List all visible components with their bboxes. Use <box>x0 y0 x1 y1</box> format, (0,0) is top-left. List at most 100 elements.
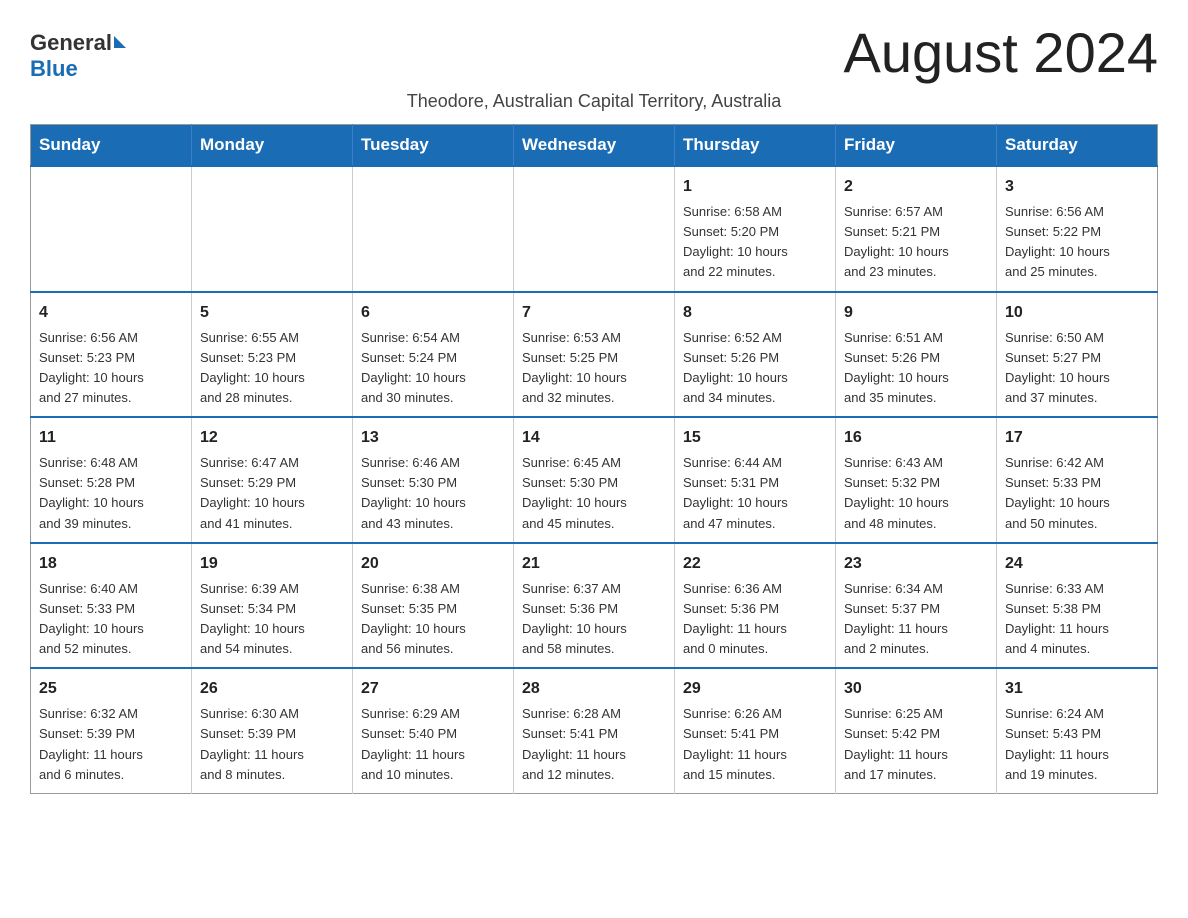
logo: General Blue <box>30 30 126 82</box>
day-info: Sunrise: 6:26 AMSunset: 5:41 PMDaylight:… <box>683 704 827 785</box>
day-info: Sunrise: 6:56 AMSunset: 5:23 PMDaylight:… <box>39 328 183 409</box>
logo-triangle-icon <box>114 36 126 48</box>
calendar-day-cell: 6 Sunrise: 6:54 AMSunset: 5:24 PMDaylight… <box>353 292 514 418</box>
day-number: 13 <box>361 426 505 450</box>
day-info: Sunrise: 6:55 AMSunset: 5:23 PMDaylight:… <box>200 328 344 409</box>
calendar-day-cell <box>31 166 192 292</box>
day-number: 16 <box>844 426 988 450</box>
day-info: Sunrise: 6:40 AMSunset: 5:33 PMDaylight:… <box>39 579 183 660</box>
day-info: Sunrise: 6:51 AMSunset: 5:26 PMDaylight:… <box>844 328 988 409</box>
day-number: 1 <box>683 175 827 199</box>
calendar-day-cell: 2 Sunrise: 6:57 AMSunset: 5:21 PMDaylight… <box>836 166 997 292</box>
day-number: 31 <box>1005 677 1149 701</box>
calendar-day-cell <box>353 166 514 292</box>
day-info: Sunrise: 6:54 AMSunset: 5:24 PMDaylight:… <box>361 328 505 409</box>
weekday-header: Friday <box>836 125 997 167</box>
calendar-day-cell: 30Sunrise: 6:25 AMSunset: 5:42 PMDayligh… <box>836 668 997 793</box>
day-number: 8 <box>683 301 827 325</box>
calendar-day-cell: 21 Sunrise: 6:37 AMSunset: 5:36 PMDayligh… <box>514 543 675 669</box>
calendar-day-cell: 1 Sunrise: 6:58 AMSunset: 5:20 PMDaylight… <box>675 166 836 292</box>
calendar-day-cell: 29 Sunrise: 6:26 AMSunset: 5:41 PMDayligh… <box>675 668 836 793</box>
calendar-day-cell: 26Sunrise: 6:30 AMSunset: 5:39 PMDayligh… <box>192 668 353 793</box>
weekday-header: Thursday <box>675 125 836 167</box>
location-subtitle: Theodore, Australian Capital Territory, … <box>30 91 1158 112</box>
calendar-day-cell: 22 Sunrise: 6:36 AMSunset: 5:36 PMDayligh… <box>675 543 836 669</box>
calendar-day-cell: 5 Sunrise: 6:55 AMSunset: 5:23 PMDaylight… <box>192 292 353 418</box>
day-info: Sunrise: 6:48 AMSunset: 5:28 PMDaylight:… <box>39 453 183 534</box>
day-info: Sunrise: 6:46 AMSunset: 5:30 PMDaylight:… <box>361 453 505 534</box>
calendar-day-cell: 7 Sunrise: 6:53 AMSunset: 5:25 PMDaylight… <box>514 292 675 418</box>
day-number: 21 <box>522 552 666 576</box>
calendar-day-cell: 3 Sunrise: 6:56 AMSunset: 5:22 PMDaylight… <box>997 166 1158 292</box>
day-info: Sunrise: 6:56 AMSunset: 5:22 PMDaylight:… <box>1005 202 1149 283</box>
day-number: 27 <box>361 677 505 701</box>
calendar-day-cell: 15 Sunrise: 6:44 AMSunset: 5:31 PMDayligh… <box>675 417 836 543</box>
day-number: 12 <box>200 426 344 450</box>
day-number: 26 <box>200 677 344 701</box>
day-number: 9 <box>844 301 988 325</box>
calendar-day-cell: 8 Sunrise: 6:52 AMSunset: 5:26 PMDaylight… <box>675 292 836 418</box>
calendar-header-row: SundayMondayTuesdayWednesdayThursdayFrid… <box>31 125 1158 167</box>
day-info: Sunrise: 6:52 AMSunset: 5:26 PMDaylight:… <box>683 328 827 409</box>
calendar-day-cell: 19Sunrise: 6:39 AMSunset: 5:34 PMDayligh… <box>192 543 353 669</box>
day-info: Sunrise: 6:24 AMSunset: 5:43 PMDaylight:… <box>1005 704 1149 785</box>
day-number: 17 <box>1005 426 1149 450</box>
weekday-header: Monday <box>192 125 353 167</box>
day-info: Sunrise: 6:37 AMSunset: 5:36 PMDaylight:… <box>522 579 666 660</box>
day-number: 10 <box>1005 301 1149 325</box>
calendar-day-cell: 9 Sunrise: 6:51 AMSunset: 5:26 PMDaylight… <box>836 292 997 418</box>
calendar-week-row: 25 Sunrise: 6:32 AMSunset: 5:39 PMDayligh… <box>31 668 1158 793</box>
day-number: 15 <box>683 426 827 450</box>
day-number: 6 <box>361 301 505 325</box>
calendar-day-cell: 27Sunrise: 6:29 AMSunset: 5:40 PMDayligh… <box>353 668 514 793</box>
day-number: 23 <box>844 552 988 576</box>
day-info: Sunrise: 6:57 AMSunset: 5:21 PMDaylight:… <box>844 202 988 283</box>
calendar-week-row: 1 Sunrise: 6:58 AMSunset: 5:20 PMDaylight… <box>31 166 1158 292</box>
day-number: 11 <box>39 426 183 450</box>
day-info: Sunrise: 6:53 AMSunset: 5:25 PMDaylight:… <box>522 328 666 409</box>
day-info: Sunrise: 6:42 AMSunset: 5:33 PMDaylight:… <box>1005 453 1149 534</box>
calendar-day-cell: 18 Sunrise: 6:40 AMSunset: 5:33 PMDayligh… <box>31 543 192 669</box>
calendar-day-cell: 28Sunrise: 6:28 AMSunset: 5:41 PMDayligh… <box>514 668 675 793</box>
day-info: Sunrise: 6:33 AMSunset: 5:38 PMDaylight:… <box>1005 579 1149 660</box>
day-info: Sunrise: 6:32 AMSunset: 5:39 PMDaylight:… <box>39 704 183 785</box>
day-number: 18 <box>39 552 183 576</box>
calendar-day-cell: 25 Sunrise: 6:32 AMSunset: 5:39 PMDayligh… <box>31 668 192 793</box>
day-number: 19 <box>200 552 344 576</box>
day-number: 5 <box>200 301 344 325</box>
calendar-table: SundayMondayTuesdayWednesdayThursdayFrid… <box>30 124 1158 794</box>
calendar-day-cell: 17 Sunrise: 6:42 AMSunset: 5:33 PMDayligh… <box>997 417 1158 543</box>
day-info: Sunrise: 6:47 AMSunset: 5:29 PMDaylight:… <box>200 453 344 534</box>
weekday-header: Sunday <box>31 125 192 167</box>
calendar-day-cell <box>514 166 675 292</box>
weekday-header: Tuesday <box>353 125 514 167</box>
calendar-week-row: 18 Sunrise: 6:40 AMSunset: 5:33 PMDayligh… <box>31 543 1158 669</box>
weekday-header: Saturday <box>997 125 1158 167</box>
logo-general: General <box>30 30 112 55</box>
calendar-day-cell: 11 Sunrise: 6:48 AMSunset: 5:28 PMDayligh… <box>31 417 192 543</box>
day-number: 22 <box>683 552 827 576</box>
month-year-title: August 2024 <box>844 20 1158 85</box>
day-number: 2 <box>844 175 988 199</box>
calendar-week-row: 4Sunrise: 6:56 AMSunset: 5:23 PMDaylight… <box>31 292 1158 418</box>
day-number: 14 <box>522 426 666 450</box>
day-number: 30 <box>844 677 988 701</box>
calendar-day-cell: 12 Sunrise: 6:47 AMSunset: 5:29 PMDayligh… <box>192 417 353 543</box>
day-info: Sunrise: 6:44 AMSunset: 5:31 PMDaylight:… <box>683 453 827 534</box>
day-number: 29 <box>683 677 827 701</box>
day-info: Sunrise: 6:36 AMSunset: 5:36 PMDaylight:… <box>683 579 827 660</box>
calendar-day-cell: 23 Sunrise: 6:34 AMSunset: 5:37 PMDayligh… <box>836 543 997 669</box>
logo-blue: Blue <box>30 56 78 81</box>
day-number: 3 <box>1005 175 1149 199</box>
weekday-header: Wednesday <box>514 125 675 167</box>
day-number: 25 <box>39 677 183 701</box>
calendar-day-cell: 20Sunrise: 6:38 AMSunset: 5:35 PMDayligh… <box>353 543 514 669</box>
calendar-day-cell: 14Sunrise: 6:45 AMSunset: 5:30 PMDayligh… <box>514 417 675 543</box>
day-info: Sunrise: 6:34 AMSunset: 5:37 PMDaylight:… <box>844 579 988 660</box>
day-info: Sunrise: 6:58 AMSunset: 5:20 PMDaylight:… <box>683 202 827 283</box>
calendar-day-cell: 4Sunrise: 6:56 AMSunset: 5:23 PMDaylight… <box>31 292 192 418</box>
calendar-day-cell: 13 Sunrise: 6:46 AMSunset: 5:30 PMDayligh… <box>353 417 514 543</box>
page-header: General Blue August 2024 <box>30 20 1158 85</box>
day-number: 20 <box>361 552 505 576</box>
day-number: 7 <box>522 301 666 325</box>
